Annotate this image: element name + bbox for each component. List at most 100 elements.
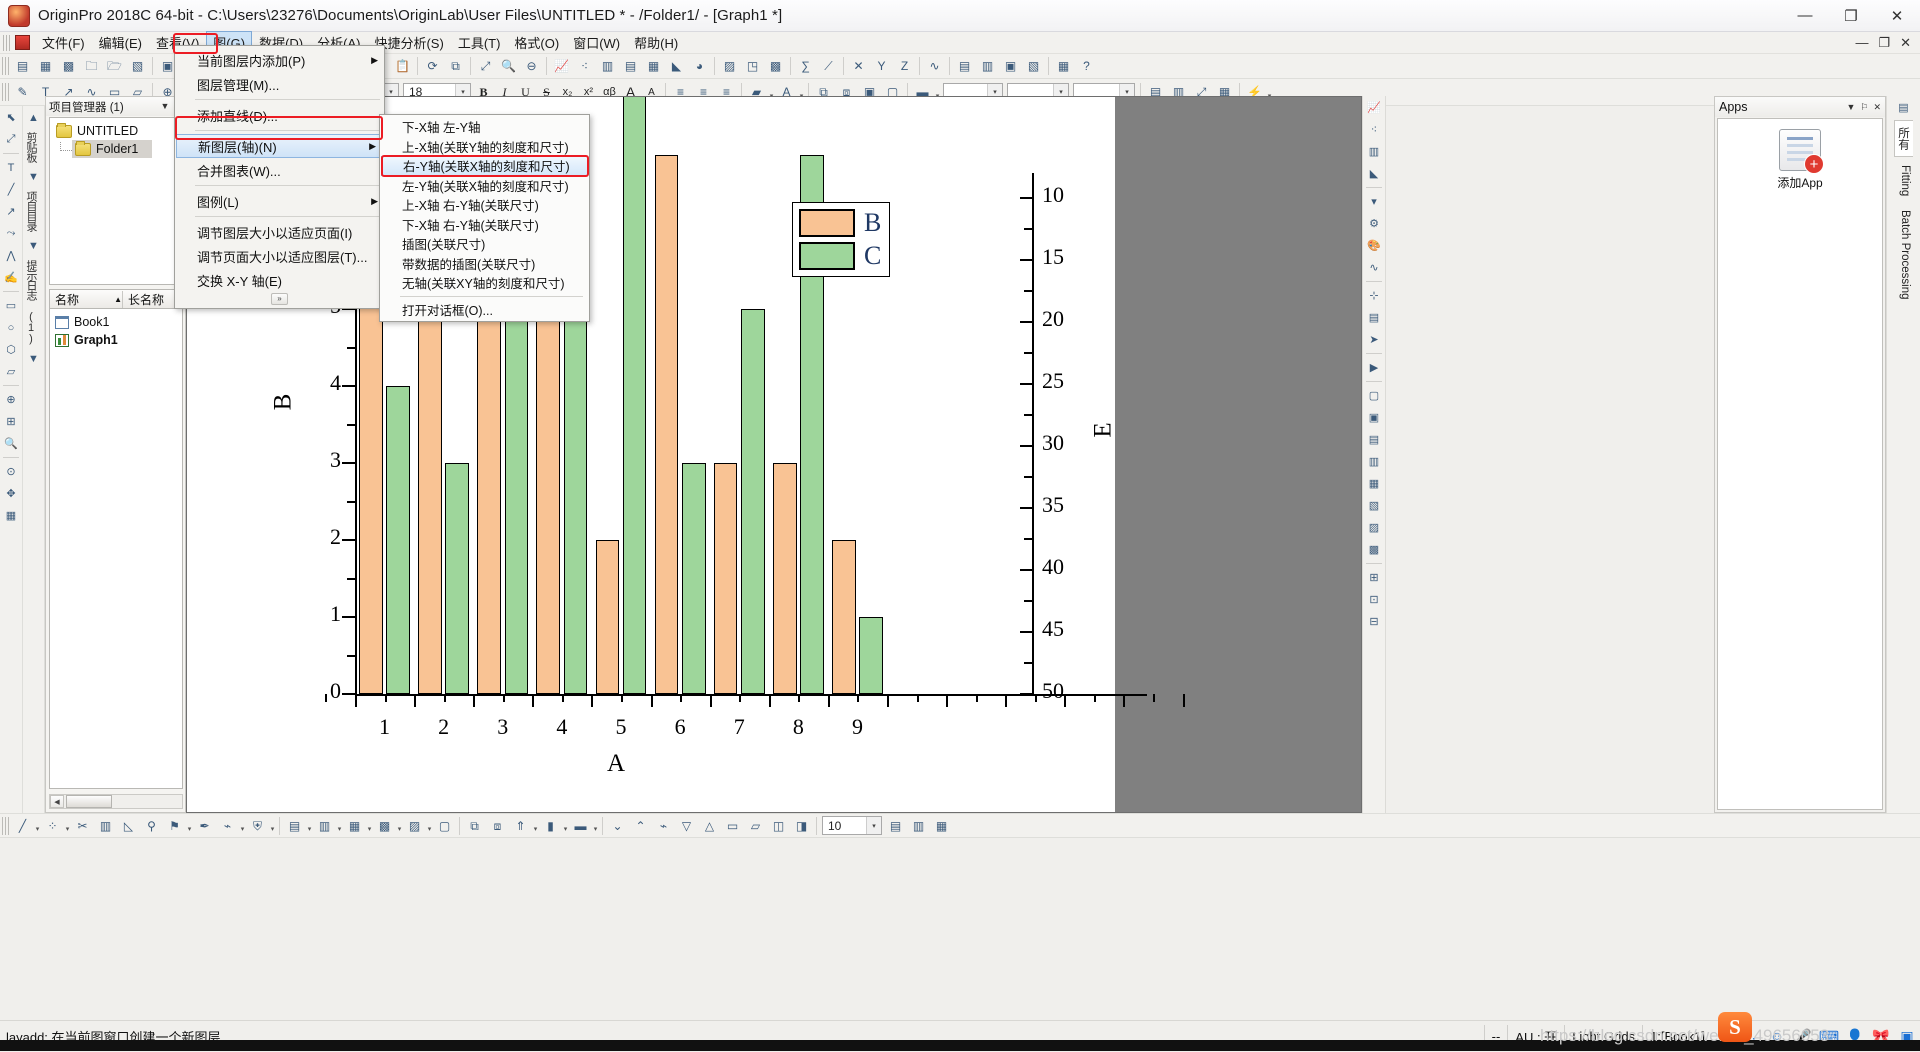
- region-icon[interactable]: ▱: [1, 361, 22, 382]
- polygon-icon[interactable]: ⬡: [1, 339, 22, 360]
- apps-pin-icon[interactable]: ⚐: [1860, 102, 1868, 113]
- left-tab-project[interactable]: 项目目录: [23, 188, 39, 234]
- bottom-scissors-icon[interactable]: ✂: [72, 815, 93, 836]
- legend-entry-C[interactable]: C: [799, 241, 881, 271]
- bottom-dot-caret-icon[interactable]: ▾: [64, 815, 71, 836]
- bottom-sym6-icon[interactable]: ▭: [722, 815, 743, 836]
- results-log-icon[interactable]: ▥: [977, 56, 998, 77]
- arrow-tool2-icon[interactable]: ↗: [1, 201, 22, 222]
- bottom-merge2-icon[interactable]: ⧈: [487, 815, 508, 836]
- left-collapse2-icon[interactable]: ▼: [23, 235, 44, 256]
- line-plot-icon[interactable]: 📈: [551, 56, 572, 77]
- bar-C-5[interactable]: [622, 97, 647, 694]
- inner-minimize-button[interactable]: —: [1852, 35, 1871, 50]
- submenu-item-4[interactable]: 上-X轴 右-Y轴(关联尺寸): [380, 195, 589, 215]
- bar-B-6[interactable]: [654, 155, 679, 694]
- bottom-marker-icon[interactable]: ⌁: [217, 815, 238, 836]
- bottom-arrow-up-icon[interactable]: ⇑: [510, 815, 531, 836]
- bar-B-7[interactable]: [713, 463, 738, 694]
- left-collapse3-icon[interactable]: ▼: [23, 348, 44, 369]
- toolbar-grip-1[interactable]: [2, 57, 9, 75]
- strip-extra2-icon[interactable]: ▣: [1364, 407, 1385, 428]
- bottom-bar-red-caret-icon[interactable]: ▾: [562, 815, 569, 836]
- column-header-longname[interactable]: 长名称: [122, 290, 182, 308]
- minimize-button[interactable]: —: [1782, 0, 1828, 32]
- pointer-tool-icon[interactable]: ✎: [12, 82, 33, 103]
- open-excel-icon[interactable]: ▧: [127, 56, 148, 77]
- submenu-item-0[interactable]: 下-X轴 左-Y轴: [380, 117, 589, 137]
- apps-gallery-icon[interactable]: ▦: [1053, 56, 1074, 77]
- bottom-flag-icon[interactable]: ⚑: [164, 815, 185, 836]
- bottom-page-caret-icon[interactable]: ▾: [306, 815, 313, 836]
- submenu-item-5[interactable]: 下-X轴 右-Y轴(关联尺寸): [380, 215, 589, 235]
- magnify-icon[interactable]: ⊙: [1, 461, 22, 482]
- apps-close-icon[interactable]: ✕: [1873, 102, 1881, 113]
- scroll-left-icon[interactable]: ◀: [50, 795, 64, 808]
- strip-extra8-icon[interactable]: ▩: [1364, 539, 1385, 560]
- bottom-size-caret-icon[interactable]: ▾: [866, 817, 881, 834]
- right-tab-fitting[interactable]: Fitting: [1894, 159, 1913, 202]
- grid-icon[interactable]: ▦: [1, 505, 22, 526]
- bottom-end1-icon[interactable]: ▤: [885, 815, 906, 836]
- bottom-page-icon[interactable]: ▤: [284, 815, 305, 836]
- bottom-page2-caret-icon[interactable]: ▾: [336, 815, 343, 836]
- bottom-grid1-caret-icon[interactable]: ▾: [396, 815, 403, 836]
- bottom-page3-icon[interactable]: ▦: [344, 815, 365, 836]
- stacked-plot-icon[interactable]: ▦: [643, 56, 664, 77]
- menubar-grip[interactable]: [3, 34, 12, 51]
- statistics-icon[interactable]: ∑: [795, 56, 816, 77]
- bar-B-8[interactable]: [772, 463, 797, 694]
- tree-node-folder1[interactable]: Folder1: [72, 140, 153, 158]
- bottom-sym7-icon[interactable]: ▱: [745, 815, 766, 836]
- bottom-sym1-icon[interactable]: ⌄: [607, 815, 628, 836]
- strip-extra3-icon[interactable]: ▤: [1364, 429, 1385, 450]
- project-explorer-collapse-icon[interactable]: ▼: [160, 101, 169, 112]
- new-project-icon[interactable]: ▤: [12, 56, 33, 77]
- bottom-line-icon[interactable]: ╱: [12, 815, 33, 836]
- new-graph-icon[interactable]: ▩: [58, 56, 79, 77]
- submenu-item-7[interactable]: 带数据的插图(关联尺寸): [380, 254, 589, 274]
- right-tab-batch-processing[interactable]: Batch Processing: [1894, 204, 1913, 306]
- menu-item-edit[interactable]: 编辑(E): [92, 31, 149, 54]
- bar-C-7[interactable]: [740, 309, 765, 694]
- screen-reader2-icon[interactable]: ⊞: [1, 411, 22, 432]
- legend-entry-B[interactable]: B: [799, 208, 881, 238]
- left-scroll-up-icon[interactable]: ▲: [23, 107, 44, 128]
- text-tool2-icon[interactable]: T: [1, 157, 22, 178]
- rectangle-icon[interactable]: ▭: [1, 295, 22, 316]
- menu-item-help[interactable]: 帮助(H): [627, 31, 685, 54]
- submenu-item-3[interactable]: 左-Y轴(关联X轴的刻度和尺寸): [380, 176, 589, 196]
- submenu-item-9[interactable]: 打开对话框(O)...: [380, 300, 589, 320]
- bottom-blank-icon[interactable]: ▢: [434, 815, 455, 836]
- dropdown-item-5[interactable]: 图例(L) ▶: [175, 189, 384, 213]
- dropdown-item-3[interactable]: 新图层(轴)(N) ▶: [176, 134, 383, 158]
- dropdown-item-7[interactable]: 调节页面大小以适应图层(T)...: [175, 244, 384, 268]
- fit-linear-icon[interactable]: ⟋: [818, 56, 839, 77]
- submenu-item-6[interactable]: 插图(关联尺寸): [380, 234, 589, 254]
- bar-C-6[interactable]: [681, 463, 706, 694]
- add-app-item[interactable]: + 添加App: [1764, 129, 1836, 191]
- submenu-item-8[interactable]: 无轴(关联XY轴的刻度和尺寸): [380, 273, 589, 293]
- project-list-hscrollbar[interactable]: ◀: [49, 794, 183, 809]
- toolbar-grip-2[interactable]: [2, 83, 9, 101]
- bottom-end2-icon[interactable]: ▥: [908, 815, 929, 836]
- pan-icon[interactable]: ✥: [1, 483, 22, 504]
- paste-icon[interactable]: 📋: [392, 56, 413, 77]
- zoom-in-icon[interactable]: 🔍: [498, 56, 519, 77]
- strip-wave-icon[interactable]: ∿: [1364, 257, 1385, 278]
- strip-extra7-icon[interactable]: ▨: [1364, 517, 1385, 538]
- bar-C-2[interactable]: [445, 463, 470, 694]
- graph-menu-dropdown[interactable]: 当前图层内添加(P) ▶ 图层管理(M)... 添加直线(D)... 新图层(轴)(N)…: [174, 45, 385, 309]
- apps-collapse-icon[interactable]: ▼: [1846, 102, 1855, 113]
- bottom-bar-red-icon[interactable]: ▮: [540, 815, 561, 836]
- bottom-size-combo[interactable]: 10 ▾: [822, 816, 882, 835]
- strip-extra11-icon[interactable]: ⊟: [1364, 611, 1385, 632]
- strip-scroll-icon[interactable]: ▶: [1364, 357, 1385, 378]
- bar-C-9[interactable]: [859, 617, 883, 694]
- code-builder-icon[interactable]: ▧: [1023, 56, 1044, 77]
- bottom-end3-icon[interactable]: ▦: [931, 815, 952, 836]
- column-header-name[interactable]: 名称 ▲: [50, 291, 122, 308]
- bottom-sym4-icon[interactable]: ▽: [676, 815, 697, 836]
- zoom-out-icon[interactable]: ⊖: [521, 56, 542, 77]
- bottom-flag-caret-icon[interactable]: ▾: [186, 815, 193, 836]
